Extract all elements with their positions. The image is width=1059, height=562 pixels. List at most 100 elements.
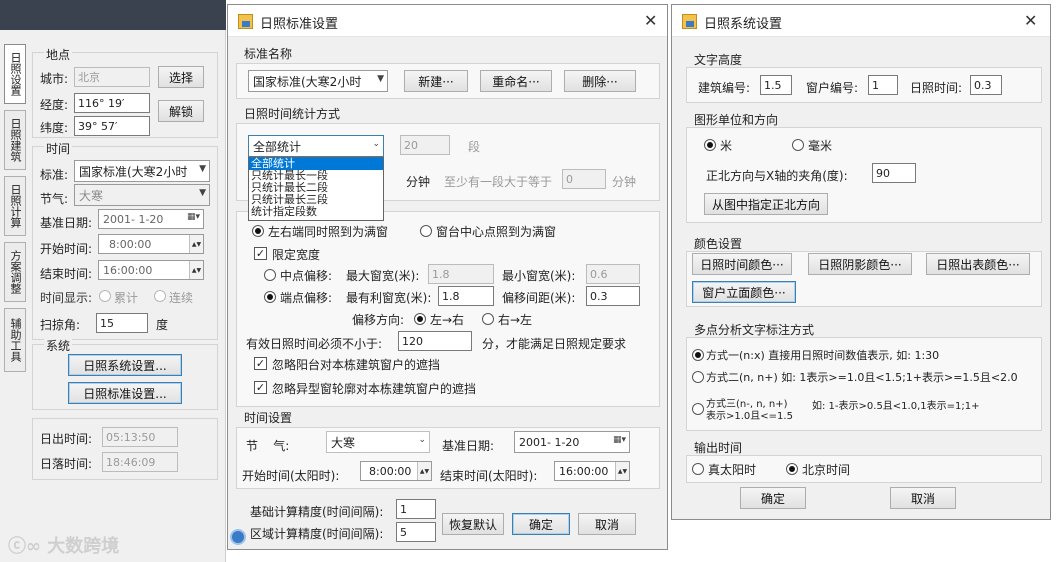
mode3-label-line2: 表示>1.0且<=1.5 [706,411,793,422]
spin-updown-icon[interactable]: ▲▼ [189,235,203,253]
end-offset-label: 端点偏移: [280,291,333,305]
output-time-title: 输出时间 [694,441,743,455]
sunlight-standard-settings-button[interactable]: 日照标准设置... [68,382,182,404]
best-width-label: 最有利窗宽(米): [346,291,432,305]
mode3-radio[interactable] [692,403,704,415]
unit-mm-radio[interactable] [792,139,804,151]
calendar-icon[interactable]: ▦▾ [613,435,626,445]
sunlight-table-color-button[interactable]: 日照出表颜色··· [926,253,1030,275]
end-time-field[interactable]: 16:00:00 ▲▼ [98,260,204,280]
display-continuous-radio[interactable] [154,290,166,302]
scan-angle-unit: 度 [156,318,169,332]
std-start-time-field[interactable]: 8:00:00 ▲▼ [360,461,432,481]
spin-updown-icon[interactable]: ▲▼ [189,261,203,279]
spin-updown-icon[interactable]: ▲▼ [417,462,431,480]
standard-select[interactable]: 国家标准(大寒2小时 ▼ [74,160,210,182]
sidebar-tab-sunlight-settings[interactable]: 日照设置 [4,44,26,104]
std-start-time-value: 8:00:00 [369,464,412,478]
window-both-ends-radio[interactable] [252,225,264,237]
base-date-value: 2001- 1-20 [103,212,164,226]
beijing-time-label: 北京时间 [802,463,851,477]
north-angle-field[interactable] [872,163,916,183]
std-cancel-button[interactable]: 取消 [578,513,636,535]
std-base-date-picker[interactable]: 2001- 1-20 ▦▾ [514,431,630,453]
max-width-field[interactable] [428,264,494,284]
restore-default-button[interactable]: 恢复默认 [442,513,504,535]
spin-updown-icon[interactable]: ▲▼ [615,462,629,480]
min-width-field[interactable] [586,264,640,284]
stat-method-select[interactable]: 全部统计 ⌄ [248,135,384,157]
sunlight-time-color-button[interactable]: 日照时间颜色··· [692,253,792,275]
longitude-field[interactable] [74,93,150,113]
atleast-field[interactable] [562,169,606,189]
sidebar-tab-sunlight-building[interactable]: 日照建筑 [4,110,26,170]
latitude-field[interactable] [74,116,150,136]
segment-count-field[interactable] [400,135,450,155]
time-settings-title: 时间设置 [244,411,293,425]
start-time-field[interactable]: 8:00:00 ▲▼ [98,234,204,254]
window-elevation-color-button[interactable]: 窗户立面颜色··· [692,281,796,303]
city-field[interactable] [74,67,150,87]
valid-time-field[interactable] [398,331,472,351]
std-dialog-titlebar: 日照标准设置 ✕ [228,5,667,37]
close-icon[interactable]: ✕ [1024,11,1037,30]
sidebar-tab-aux-tools[interactable]: 辅助工具 [4,308,26,372]
standard-name-select[interactable]: 国家标准(大寒2小时 ▼ [248,70,388,92]
unlock-button[interactable]: 解锁 [158,100,204,122]
longitude-label: 经度: [40,98,69,112]
window-number-field[interactable] [868,75,898,95]
display-cumulative-radio[interactable] [99,290,111,302]
mode2-radio[interactable] [692,371,704,383]
sidebar-tab-sunlight-calc[interactable]: 日照计算 [4,176,26,236]
standard-label: 标准: [40,168,69,182]
watermark-logo: ⓒ∞ 大数跨境 [8,532,119,558]
limit-width-checkbox[interactable]: ✓ [254,247,267,260]
unit-direction-title: 图形单位和方向 [694,113,779,127]
atleast-unit: 分钟 [612,175,637,189]
area-precision-field[interactable] [396,522,436,542]
dropdown-option[interactable]: 统计指定段数 [249,206,383,218]
valid-time-suffix: 分，才能满足日照规定要求 [482,337,627,351]
unit-meter-label: 米 [720,139,733,153]
sys-ok-button[interactable]: 确定 [740,487,806,509]
base-precision-field[interactable] [396,499,436,519]
building-number-field[interactable] [760,75,792,95]
help-circle-icon[interactable] [230,529,246,545]
dir-left-right-radio[interactable] [414,313,426,325]
beijing-time-radio[interactable] [786,463,798,475]
ignore-window-outline-checkbox[interactable]: ✓ [254,381,267,394]
mode1-radio[interactable] [692,349,704,361]
std-ok-button[interactable]: 确定 [512,513,570,535]
sunlight-system-settings-button[interactable]: 日照系统设置... [68,354,182,376]
window-both-ends-label: 左右端同时照到为满窗 [268,225,389,239]
solar-term-select[interactable]: 大寒 ▼ [74,184,210,206]
std-end-time-field[interactable]: 16:00:00 ▲▼ [554,461,630,481]
rename-standard-button[interactable]: 重命名··· [480,70,552,92]
base-date-picker[interactable]: 2001- 1-20 ▦▾ [98,209,204,229]
chevron-down-icon: ▼ [377,74,384,84]
scan-angle-field[interactable] [96,313,148,333]
sunlight-time-field[interactable] [970,75,1002,95]
best-width-field[interactable] [438,286,494,306]
std-solar-term-select[interactable]: 大寒 ⌄ [326,431,430,453]
delete-standard-button[interactable]: 删除··· [564,70,636,92]
center-offset-radio[interactable] [264,269,276,281]
left-panel-header [0,0,226,30]
end-offset-radio[interactable] [264,291,276,303]
pick-north-button[interactable]: 从图中指定正北方向 [704,193,828,215]
sys-cancel-button[interactable]: 取消 [890,487,956,509]
name-group-title: 标准名称 [244,47,293,61]
sidebar-tab-plan-adjust[interactable]: 方案调整 [4,242,26,302]
unit-meter-radio[interactable] [704,139,716,151]
new-standard-button[interactable]: 新建··· [404,70,468,92]
window-center-radio[interactable] [420,225,432,237]
ignore-balcony-checkbox[interactable]: ✓ [254,357,267,370]
true-solar-time-radio[interactable] [692,463,704,475]
calendar-icon[interactable]: ▦▾ [187,212,200,222]
sunlight-shadow-color-button[interactable]: 日照阴影颜色··· [808,253,912,275]
select-city-button[interactable]: 选择 [158,66,204,88]
offset-gap-field[interactable] [586,286,640,306]
dir-right-left-radio[interactable] [482,313,494,325]
close-icon[interactable]: ✕ [644,11,657,30]
ignore-window-outline-label: 忽略异型窗轮廓对本栋建筑窗户的遮挡 [272,382,477,396]
